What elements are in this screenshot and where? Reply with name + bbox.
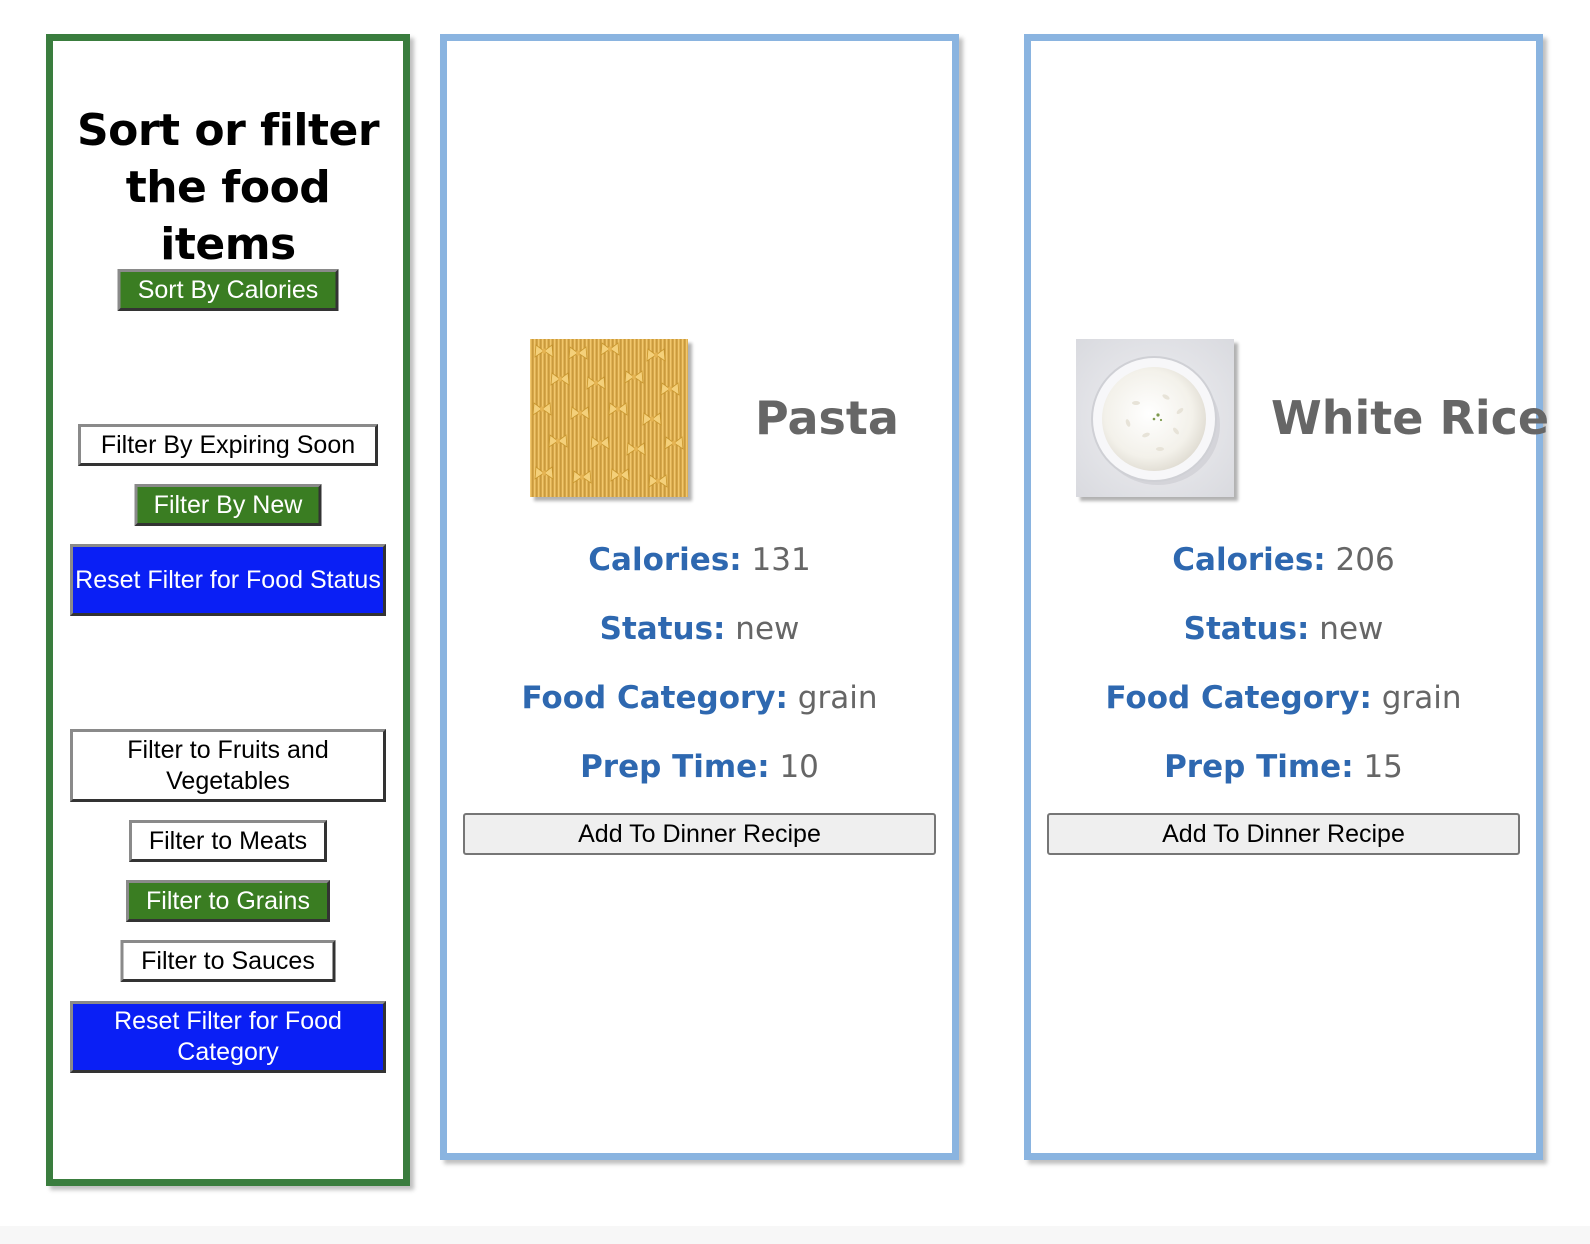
prep-time-field: Prep Time: 10 [447, 747, 952, 787]
filter-fruits-vegetables-button[interactable]: Filter to Fruits and Vegetables [70, 729, 386, 802]
status-label: Status: [599, 611, 726, 647]
prep-time-label: Prep Time: [580, 749, 770, 785]
page-bottom-strip [0, 1226, 1590, 1244]
sidebar-title-line1: Sort or filter [76, 105, 380, 156]
status-value: new [735, 611, 800, 647]
sidebar-title-line2: the food items [125, 162, 331, 270]
food-name: Pasta [755, 391, 899, 445]
category-value: grain [797, 680, 878, 716]
calories-value: 131 [751, 542, 811, 578]
status-value: new [1319, 611, 1384, 647]
filter-sidebar: Sort or filter the food items Sort By Ca… [46, 34, 410, 1186]
sort-by-calories-button[interactable]: Sort By Calories [117, 269, 339, 311]
category-field: Food Category: grain [1031, 678, 1536, 718]
rice-bowl-image [1076, 339, 1234, 497]
page: Sort or filter the food items Sort By Ca… [0, 0, 1590, 1244]
add-to-dinner-recipe-button[interactable]: Add To Dinner Recipe [463, 813, 936, 855]
prep-time-value: 10 [779, 749, 819, 785]
status-field: Status: new [1031, 609, 1536, 649]
calories-label: Calories: [588, 542, 742, 578]
calories-value: 206 [1335, 542, 1395, 578]
food-card-pasta: Pasta Calories: 131 Status: new Food Cat… [440, 34, 959, 1160]
filter-sauces-button[interactable]: Filter to Sauces [120, 940, 336, 982]
prep-time-label: Prep Time: [1164, 749, 1354, 785]
prep-time-field: Prep Time: 15 [1031, 747, 1536, 787]
calories-label: Calories: [1172, 542, 1326, 578]
prep-time-value: 15 [1363, 749, 1403, 785]
reset-category-filter-button[interactable]: Reset Filter for Food Category [70, 1001, 386, 1073]
food-name: White Rice [1271, 391, 1550, 445]
pasta-image [530, 339, 688, 497]
status-field: Status: new [447, 609, 952, 649]
filter-grains-button[interactable]: Filter to Grains [126, 880, 330, 922]
filter-meats-button[interactable]: Filter to Meats [129, 820, 327, 862]
category-value: grain [1381, 680, 1462, 716]
category-field: Food Category: grain [447, 678, 952, 718]
reset-status-filter-button[interactable]: Reset Filter for Food Status [70, 544, 386, 616]
category-label: Food Category: [521, 680, 788, 716]
sidebar-title: Sort or filter the food items [53, 102, 403, 273]
food-card-white-rice: White Rice Calories: 206 Status: new Foo… [1024, 34, 1549, 1160]
status-label: Status: [1183, 611, 1310, 647]
category-label: Food Category: [1105, 680, 1372, 716]
calories-field: Calories: 206 [1031, 540, 1536, 580]
add-to-dinner-recipe-button[interactable]: Add To Dinner Recipe [1047, 813, 1520, 855]
filter-expiring-soon-button[interactable]: Filter By Expiring Soon [78, 424, 378, 466]
filter-new-button[interactable]: Filter By New [134, 484, 322, 526]
calories-field: Calories: 131 [447, 540, 952, 580]
